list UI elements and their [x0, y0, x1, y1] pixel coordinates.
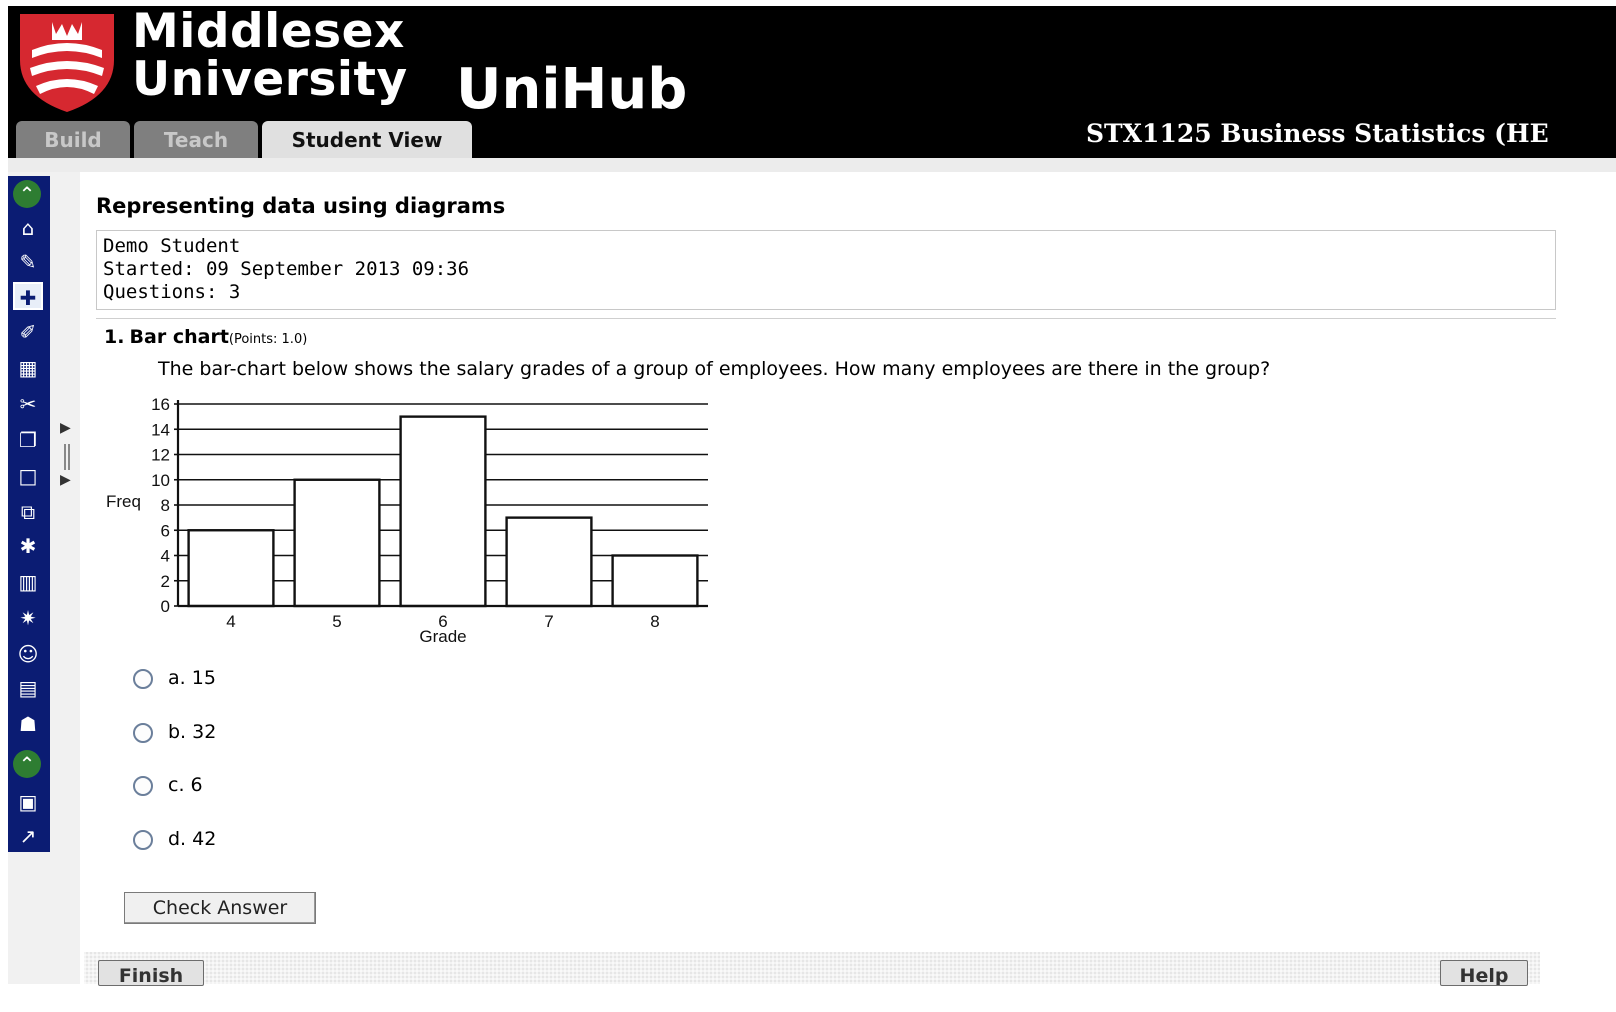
help-button[interactable]: Help — [1440, 960, 1528, 986]
calendar-icon[interactable]: ▦ — [13, 354, 43, 382]
question-heading: 1. Bar chart(Points: 1.0) — [104, 326, 307, 348]
y-axis-label: Freq — [106, 492, 141, 511]
y-tick-label: 0 — [161, 597, 170, 616]
option-label: c. 6 — [168, 774, 203, 796]
x-axis-label: Grade — [419, 627, 466, 646]
header-divider — [8, 158, 1616, 172]
collapse-up-icon[interactable]: ⌃ — [13, 750, 41, 778]
university-name-line2: University — [132, 52, 408, 107]
university-name: Middlesex University — [132, 8, 408, 104]
radio-button[interactable] — [133, 776, 153, 796]
bar-grade-6 — [399, 415, 487, 608]
tab-build[interactable]: Build — [16, 121, 130, 158]
y-tick-label: 8 — [161, 496, 170, 515]
page-title: Representing data using diagrams — [96, 194, 506, 218]
x-tick-label: 7 — [544, 612, 553, 631]
question-number: 1. — [104, 326, 125, 348]
course-title: STX1125 Business Statistics (HE — [1086, 119, 1549, 148]
question-text: The bar-chart below shows the salary gra… — [158, 358, 1271, 380]
bar-grade-4 — [187, 529, 275, 608]
footer-bar — [84, 952, 1540, 984]
option-label: a. 15 — [168, 667, 216, 689]
radio-button[interactable] — [133, 669, 153, 689]
bar-grade-8 — [611, 554, 699, 608]
expand-right-icon[interactable]: ▶ — [60, 420, 71, 436]
blank-page-icon[interactable]: □ — [13, 462, 43, 490]
announcements-icon[interactable]: ✎ — [13, 248, 43, 276]
site-header: Middlesex University UniHub STX1125 Busi… — [8, 6, 1616, 158]
x-tick-label: 8 — [650, 612, 659, 631]
users-icon[interactable]: ☗ — [13, 710, 43, 738]
radio-button[interactable] — [133, 830, 153, 850]
y-tick-label: 4 — [161, 547, 170, 566]
question-points: (Points: 1.0) — [228, 332, 308, 347]
expand-right-icon[interactable]: ▶ — [60, 472, 71, 488]
grades-icon[interactable]: ▤ — [13, 674, 43, 702]
groups-icon[interactable]: ✚ — [13, 282, 43, 310]
course-toolbar: ⌃ ⌂ ✎ ✚ ✐ ▦ ✂ ❐ □ ⧉ ✱ ▥ ✷ ☺ ▤ ☗ ⌃ ▣ ↗ — [8, 176, 50, 852]
radio-button[interactable] — [133, 723, 153, 743]
group-add-icon[interactable]: ✷ — [13, 604, 43, 632]
bar-chart-svg: 02468101214164 5 6 7 8FreqGrade — [106, 395, 708, 646]
question-title: Bar chart — [129, 326, 229, 348]
attempt-info-box: Demo Student Started: 09 September 2013 … — [96, 230, 1556, 310]
library-icon[interactable]: ▥ — [13, 568, 43, 596]
edit-icon[interactable]: ✐ — [13, 318, 43, 346]
collapse-up-icon[interactable]: ⌃ — [13, 180, 41, 208]
x-tick-label: 4 — [226, 612, 235, 631]
y-tick-label: 12 — [151, 446, 170, 465]
copy-icon[interactable]: ⧉ — [13, 498, 43, 526]
assessment-icon[interactable]: ▣ — [13, 788, 43, 816]
score-icon[interactable]: ✱ — [13, 532, 43, 560]
student-name: Demo Student — [103, 235, 241, 257]
option-label: b. 32 — [168, 721, 217, 743]
x-tick-label: 5 — [332, 612, 341, 631]
university-name-line1: Middlesex — [132, 6, 405, 59]
portal-name: UniHub — [456, 57, 688, 122]
y-tick-label: 10 — [151, 471, 170, 490]
panel-resize-handle[interactable] — [64, 444, 70, 470]
divider — [96, 318, 1556, 319]
profile-icon[interactable]: ☺ — [13, 640, 43, 668]
bar-chart: 0 2 4 6 8 10 12 14 16 4 5 6 7 8 Freq Grade — [100, 392, 720, 654]
question-count: Questions: 3 — [103, 281, 241, 303]
finish-button[interactable]: Finish — [98, 960, 204, 986]
bar-grade-5 — [293, 478, 381, 608]
tab-teach[interactable]: Teach — [134, 121, 258, 158]
check-answer-button[interactable]: Check Answer — [124, 892, 316, 924]
home-icon[interactable]: ⌂ — [13, 214, 43, 242]
y-tick-label: 6 — [161, 521, 170, 540]
tools-icon[interactable]: ✂ — [13, 390, 43, 418]
option-label: d. 42 — [168, 828, 217, 850]
y-tick-label: 2 — [161, 572, 170, 591]
bar-grade-7 — [505, 516, 593, 608]
y-tick-label: 14 — [151, 420, 170, 439]
reports-icon[interactable]: ↗ — [13, 822, 43, 850]
y-tick-label: 16 — [151, 395, 170, 414]
university-crest-logo — [20, 14, 114, 112]
documents-icon[interactable]: ❐ — [13, 426, 43, 454]
started-timestamp: Started: 09 September 2013 09:36 — [103, 258, 470, 280]
tab-student-view[interactable]: Student View — [262, 121, 472, 158]
